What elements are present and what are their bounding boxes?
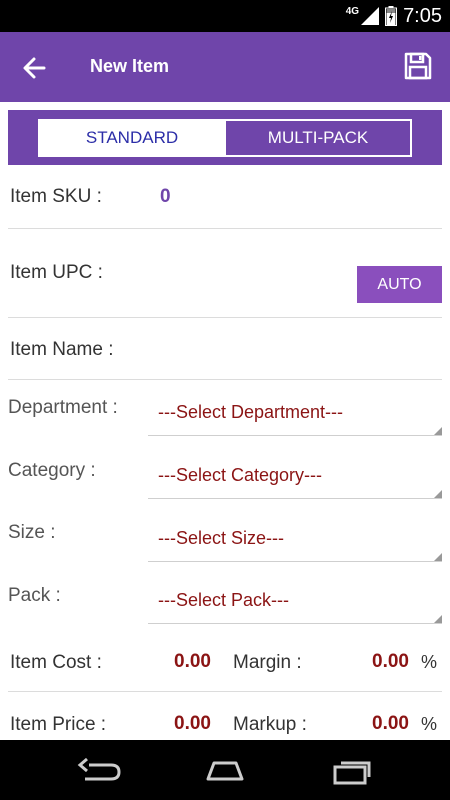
- divider: [8, 691, 442, 692]
- item-type-segment: STANDARD MULTI-PACK: [38, 119, 412, 157]
- home-nav-icon[interactable]: [200, 757, 250, 785]
- network-type: 4G: [345, 5, 360, 17]
- system-nav-bar: [0, 740, 450, 800]
- item-type-segment-container: STANDARD MULTI-PACK: [8, 110, 442, 165]
- markup-percent-sign: %: [421, 714, 438, 734]
- size-label: Size :: [8, 522, 56, 543]
- recents-nav-icon[interactable]: [327, 757, 377, 785]
- item-name-label: Item Name :: [10, 339, 114, 360]
- dropdown-arrow-icon: [434, 490, 442, 498]
- floppy-disk-icon[interactable]: [402, 50, 434, 82]
- pack-selected: ---Select Pack---: [158, 590, 290, 610]
- size-selected: ---Select Size---: [158, 528, 285, 548]
- margin-percent-sign: %: [421, 652, 438, 672]
- pack-label: Pack :: [8, 585, 61, 606]
- category-label: Category :: [8, 460, 96, 481]
- department-dropdown[interactable]: ---Select Department---: [148, 396, 442, 436]
- item-upc-label: Item UPC :: [10, 262, 103, 283]
- margin-label: Margin :: [233, 652, 302, 673]
- item-cost-value[interactable]: 0.00: [174, 651, 211, 673]
- markup-value[interactable]: 0.00: [372, 713, 409, 735]
- item-cost-label: Item Cost :: [10, 652, 102, 673]
- divider: [8, 228, 442, 229]
- margin-value[interactable]: 0.00: [372, 651, 409, 673]
- page-title: New Item: [90, 56, 170, 76]
- auto-upc-button[interactable]: AUTO: [357, 266, 442, 303]
- standard-tab[interactable]: STANDARD: [40, 121, 224, 155]
- app-bar: New Item: [0, 32, 450, 102]
- divider: [8, 317, 442, 318]
- item-sku-value: 0: [160, 186, 171, 207]
- category-selected: ---Select Category---: [158, 465, 323, 485]
- signal-icon: [361, 7, 380, 25]
- item-price-label: Item Price :: [10, 714, 107, 735]
- size-dropdown[interactable]: ---Select Size---: [148, 522, 442, 562]
- item-sku-label: Item SKU :: [10, 186, 102, 207]
- clock: 7:05: [403, 4, 442, 27]
- multipack-tab[interactable]: MULTI-PACK: [224, 121, 410, 155]
- back-nav-icon[interactable]: [75, 757, 125, 785]
- dropdown-arrow-icon: [434, 615, 442, 623]
- dropdown-arrow-icon: [434, 427, 442, 435]
- department-label: Department :: [8, 397, 118, 418]
- department-selected: ---Select Department---: [158, 402, 344, 422]
- item-price-value[interactable]: 0.00: [174, 713, 211, 735]
- battery-icon: [385, 6, 398, 26]
- category-dropdown[interactable]: ---Select Category---: [148, 459, 442, 499]
- dropdown-arrow-icon: [434, 553, 442, 561]
- arrow-left-icon[interactable]: [18, 52, 50, 84]
- pack-dropdown[interactable]: ---Select Pack---: [148, 584, 442, 624]
- markup-label: Markup :: [233, 714, 307, 735]
- status-bar: 4G 7:05: [0, 0, 450, 32]
- divider: [8, 379, 442, 380]
